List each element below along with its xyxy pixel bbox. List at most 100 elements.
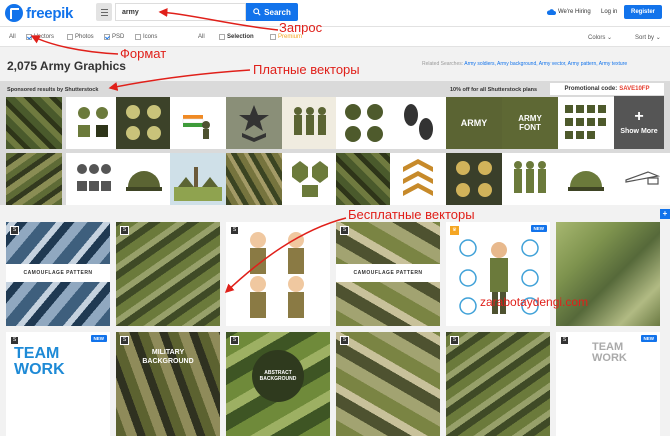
- knife-icon: [614, 153, 670, 205]
- new-badge: NEW: [90, 335, 107, 342]
- hiring-link[interactable]: We're Hiring: [547, 9, 591, 15]
- filter-selection-label: Selection: [227, 34, 254, 40]
- checkbox-icon: [219, 34, 225, 40]
- search-button[interactable]: Search: [246, 3, 298, 21]
- search-icon: [253, 8, 261, 16]
- result-card[interactable]: S: [226, 222, 330, 326]
- star-chevron-icon: [226, 97, 282, 149]
- camo-title: CAMOUFLAGE PATTERN: [353, 270, 423, 276]
- sponsored-thumbnail[interactable]: [6, 97, 62, 149]
- checkbox-icon: [270, 34, 276, 40]
- sponsored-thumbnail[interactable]: [336, 153, 392, 205]
- army-tile-text: ARMY: [460, 118, 488, 128]
- army-font-text: ARMY FONT: [518, 114, 542, 132]
- promo-code-box[interactable]: Promotional code: SAVE10FP: [550, 83, 664, 95]
- freepik-logo[interactable]: freepik: [5, 4, 73, 22]
- sort-dropdown[interactable]: Sort by ⌄: [635, 34, 661, 41]
- shutterstock-badge-icon: S: [10, 336, 19, 345]
- result-count-title: 2,075 Army Graphics: [7, 59, 126, 73]
- sponsored-thumbnail[interactable]: [502, 153, 558, 205]
- filter-photos[interactable]: Photos: [67, 34, 94, 40]
- filter-all-licenses[interactable]: All: [198, 34, 205, 40]
- team-work-title: TEAM WORK: [592, 341, 627, 364]
- sponsored-thumbnail[interactable]: [116, 153, 172, 205]
- result-card[interactable]: ♛ NEW: [446, 222, 550, 326]
- login-link[interactable]: Log in: [601, 9, 617, 15]
- filter-all[interactable]: All: [9, 34, 16, 40]
- result-card[interactable]: S: [446, 332, 550, 436]
- boot-print-icon: [390, 97, 446, 149]
- checkbox-icon: [135, 34, 141, 40]
- shutterstock-badge-icon: S: [120, 336, 129, 345]
- sponsored-thumbnail[interactable]: [282, 97, 338, 149]
- result-card[interactable]: S NEW TEAM WORK: [556, 332, 660, 436]
- sponsored-thumbnail[interactable]: [282, 153, 338, 205]
- watermark-text: zarabotaydengi.com: [480, 295, 589, 309]
- sponsored-thumbnail[interactable]: [170, 97, 226, 149]
- team-work-title: TEAM WORK: [14, 345, 65, 378]
- badges-icon: [66, 97, 122, 149]
- sponsored-thumbnail[interactable]: [6, 153, 62, 205]
- result-card[interactable]: S ABSTRACT BACKGROUND: [226, 332, 330, 436]
- soldiers-icon: [502, 153, 558, 205]
- filter-psd-label: PSD: [112, 34, 125, 40]
- shutterstock-offer: 10% off for all Shutterstock plans: [450, 87, 538, 93]
- sponsored-thumbnail[interactable]: [66, 153, 122, 205]
- result-card[interactable]: [556, 222, 660, 326]
- register-button[interactable]: Register: [624, 5, 662, 19]
- search-input[interactable]: [115, 3, 246, 21]
- filter-vectors[interactable]: Vectors: [26, 34, 54, 40]
- filter-icons[interactable]: Icons: [135, 34, 157, 40]
- sponsored-thumbnail[interactable]: [66, 97, 122, 149]
- badges-icon: [66, 153, 122, 205]
- shutterstock-badge-icon: S: [340, 226, 349, 235]
- filter-selection[interactable]: Selection: [219, 34, 254, 40]
- checkbox-checked-icon: [26, 34, 32, 40]
- sponsored-thumbnail[interactable]: ARMY FONT: [502, 97, 558, 149]
- sponsored-thumbnail[interactable]: [614, 153, 670, 205]
- shutterstock-badge-icon: S: [10, 226, 19, 235]
- filter-bar: All Vectors Photos PSD Icons All Selecti…: [0, 27, 670, 47]
- show-more-button[interactable]: + Show More: [614, 96, 664, 149]
- sponsored-thumbnail[interactable]: ARMY: [446, 97, 502, 149]
- sponsored-thumbnail[interactable]: [558, 97, 614, 149]
- sponsored-label: Sponsored results by Shutterstock: [7, 87, 99, 93]
- sponsored-thumbnail[interactable]: [390, 153, 446, 205]
- promo-code-value: SAVE10FP: [619, 86, 650, 92]
- sponsored-thumbnail[interactable]: [558, 153, 614, 205]
- camo-title: CAMOUFLAGE PATTERN: [23, 270, 93, 276]
- side-plus-icon[interactable]: +: [660, 209, 670, 219]
- cartoon-soldiers-icon: [250, 232, 304, 318]
- chevron-down-icon: ⌄: [655, 35, 661, 41]
- sponsored-thumbnail[interactable]: [336, 97, 392, 149]
- hamburger-menu-icon[interactable]: [96, 3, 112, 21]
- related-search-links[interactable]: Army soldiers, Army background, Army vec…: [464, 61, 627, 67]
- sponsored-thumbnail[interactable]: [116, 97, 172, 149]
- result-card[interactable]: S NEW TEAM WORK: [6, 332, 110, 436]
- result-card[interactable]: S: [116, 222, 220, 326]
- result-card[interactable]: S: [336, 332, 440, 436]
- hiring-label: We're Hiring: [558, 9, 591, 15]
- annotation-format: Формат: [120, 46, 167, 61]
- result-card[interactable]: S CAMOUFLAGE PATTERN: [336, 222, 440, 326]
- result-card[interactable]: S MILITARY BACKGROUND: [116, 332, 220, 436]
- sort-dropdown-label: Sort by: [635, 35, 655, 41]
- alphabet-icon: [558, 97, 614, 149]
- sponsored-thumbnail[interactable]: [390, 97, 446, 149]
- sponsored-thumbnail[interactable]: [226, 153, 282, 205]
- related-searches-label: Related Searches:: [422, 61, 464, 67]
- filter-psd[interactable]: PSD: [104, 34, 124, 40]
- result-card[interactable]: S CAMOUFLAGE PATTERN: [6, 222, 110, 326]
- filter-all-label: All: [9, 34, 16, 40]
- soldier-flag-icon: [170, 97, 226, 149]
- helmet-icon: [558, 153, 614, 205]
- military-background-title: MILITARY BACKGROUND: [142, 349, 194, 365]
- camp-icon: [170, 153, 226, 205]
- colors-dropdown[interactable]: Colors ⌄: [588, 34, 612, 41]
- army-text-tile: ARMY: [446, 97, 502, 149]
- filter-icons-label: Icons: [143, 34, 158, 40]
- sponsored-thumbnail[interactable]: [446, 153, 502, 205]
- shutterstock-badge-icon: S: [340, 336, 349, 345]
- sponsored-thumbnail[interactable]: [170, 153, 226, 205]
- sponsored-thumbnail[interactable]: [226, 97, 282, 149]
